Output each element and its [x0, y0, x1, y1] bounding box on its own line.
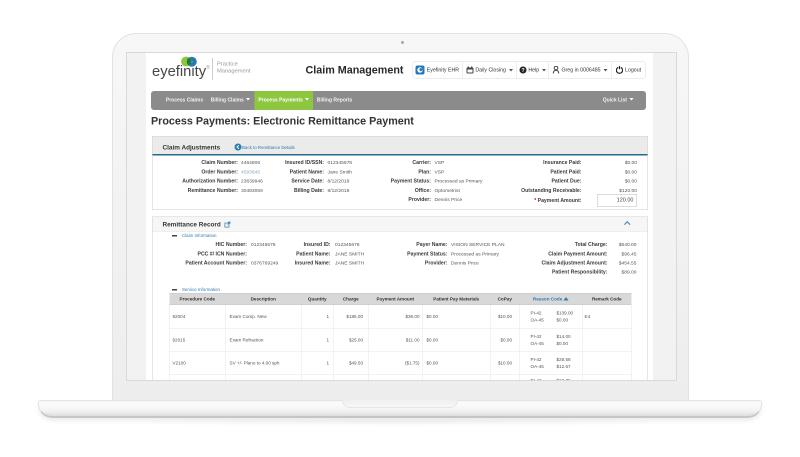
svg-text:?: ? [521, 67, 524, 73]
